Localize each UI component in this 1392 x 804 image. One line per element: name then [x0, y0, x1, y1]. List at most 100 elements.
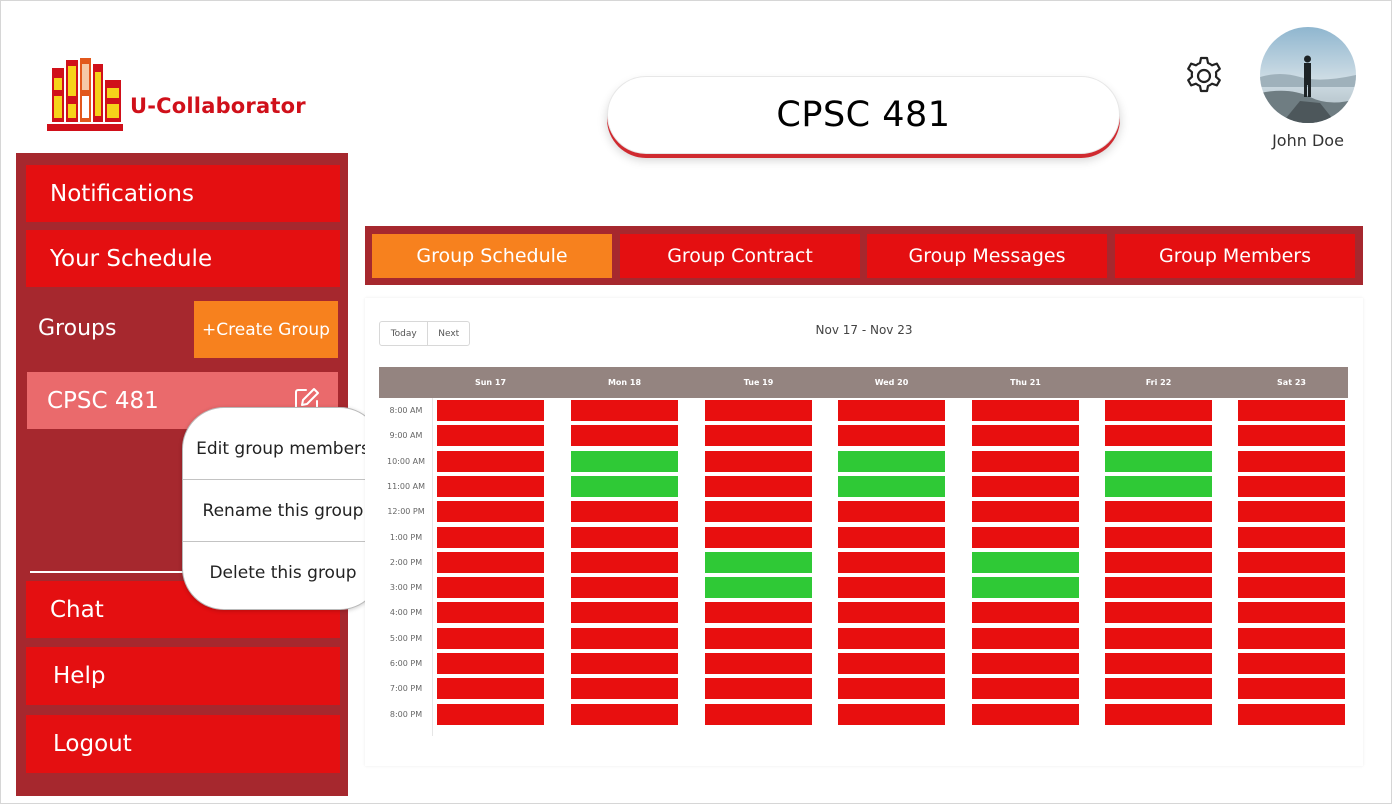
create-group-button[interactable]: +Create Group — [194, 301, 338, 358]
tab-group-messages[interactable]: Group Messages — [867, 234, 1107, 278]
time-slot-busy[interactable] — [437, 627, 544, 649]
time-slot-busy[interactable] — [1105, 425, 1212, 447]
time-slot-busy[interactable] — [437, 703, 544, 725]
time-slot-busy[interactable] — [705, 526, 812, 548]
time-slot-busy[interactable] — [437, 678, 544, 700]
menu-item-rename-group[interactable]: Rename this group — [183, 480, 381, 542]
time-slot-busy[interactable] — [972, 678, 1079, 700]
time-slot-busy[interactable] — [838, 501, 945, 523]
time-slot-busy[interactable] — [1105, 551, 1212, 573]
time-slot-busy[interactable] — [972, 425, 1079, 447]
time-slot-busy[interactable] — [1238, 703, 1345, 725]
time-slot-busy[interactable] — [437, 450, 544, 472]
time-slot-busy[interactable] — [437, 501, 544, 523]
time-slot-busy[interactable] — [1105, 526, 1212, 548]
time-slot-busy[interactable] — [838, 678, 945, 700]
time-slot-busy[interactable] — [705, 703, 812, 725]
time-slot-busy[interactable] — [1105, 703, 1212, 725]
time-slot-busy[interactable] — [437, 526, 544, 548]
time-slot-busy[interactable] — [1105, 653, 1212, 674]
time-slot-busy[interactable] — [838, 577, 945, 599]
time-slot-busy[interactable] — [1238, 577, 1345, 599]
time-slot-available[interactable] — [972, 551, 1079, 573]
sidebar-item-help[interactable]: Help — [26, 647, 340, 705]
time-slot-busy[interactable] — [972, 400, 1079, 421]
time-slot-busy[interactable] — [972, 526, 1079, 548]
time-slot-available[interactable] — [972, 577, 1079, 599]
sidebar-item-your-schedule[interactable]: Your Schedule — [26, 230, 340, 287]
time-slot-busy[interactable] — [705, 425, 812, 447]
menu-item-delete-group[interactable]: Delete this group — [183, 542, 381, 604]
time-slot-available[interactable] — [838, 475, 945, 497]
time-slot-busy[interactable] — [571, 400, 678, 421]
today-button[interactable]: Today — [380, 322, 429, 345]
time-slot-busy[interactable] — [838, 425, 945, 447]
time-slot-busy[interactable] — [838, 653, 945, 674]
tab-group-schedule[interactable]: Group Schedule — [372, 234, 612, 278]
time-slot-busy[interactable] — [571, 602, 678, 624]
time-slot-busy[interactable] — [1105, 501, 1212, 523]
time-slot-busy[interactable] — [1238, 450, 1345, 472]
time-slot-busy[interactable] — [437, 400, 544, 421]
time-slot-busy[interactable] — [571, 551, 678, 573]
time-slot-busy[interactable] — [1238, 602, 1345, 624]
tab-group-contract[interactable]: Group Contract — [620, 234, 860, 278]
time-slot-busy[interactable] — [972, 653, 1079, 674]
time-slot-busy[interactable] — [972, 501, 1079, 523]
time-slot-busy[interactable] — [437, 577, 544, 599]
sidebar-item-notifications[interactable]: Notifications — [26, 165, 340, 222]
avatar[interactable] — [1260, 27, 1356, 123]
time-slot-busy[interactable] — [437, 425, 544, 447]
time-slot-busy[interactable] — [972, 602, 1079, 624]
time-slot-busy[interactable] — [571, 627, 678, 649]
time-slot-busy[interactable] — [972, 450, 1079, 472]
time-slot-busy[interactable] — [1238, 501, 1345, 523]
time-slot-available[interactable] — [1105, 450, 1212, 472]
time-slot-busy[interactable] — [1238, 653, 1345, 674]
time-slot-busy[interactable] — [838, 400, 945, 421]
time-slot-busy[interactable] — [571, 577, 678, 599]
time-slot-busy[interactable] — [571, 703, 678, 725]
time-slot-busy[interactable] — [1238, 425, 1345, 447]
time-slot-busy[interactable] — [1238, 526, 1345, 548]
time-slot-busy[interactable] — [1238, 400, 1345, 421]
time-slot-busy[interactable] — [1238, 678, 1345, 700]
time-slot-busy[interactable] — [838, 703, 945, 725]
time-slot-busy[interactable] — [1105, 400, 1212, 421]
time-slot-busy[interactable] — [437, 551, 544, 573]
time-slot-busy[interactable] — [571, 526, 678, 548]
time-slot-busy[interactable] — [437, 475, 544, 497]
time-slot-busy[interactable] — [1238, 551, 1345, 573]
time-slot-busy[interactable] — [571, 653, 678, 674]
time-slot-busy[interactable] — [972, 703, 1079, 725]
time-slot-available[interactable] — [705, 551, 812, 573]
time-slot-busy[interactable] — [571, 501, 678, 523]
time-slot-available[interactable] — [571, 475, 678, 497]
time-slot-busy[interactable] — [972, 627, 1079, 649]
time-slot-busy[interactable] — [705, 602, 812, 624]
tab-group-members[interactable]: Group Members — [1115, 234, 1355, 278]
time-slot-busy[interactable] — [705, 475, 812, 497]
time-slot-busy[interactable] — [705, 678, 812, 700]
time-slot-busy[interactable] — [571, 678, 678, 700]
time-slot-busy[interactable] — [838, 627, 945, 649]
time-slot-available[interactable] — [838, 450, 945, 472]
time-slot-busy[interactable] — [1238, 627, 1345, 649]
time-slot-busy[interactable] — [1105, 678, 1212, 700]
time-slot-busy[interactable] — [437, 602, 544, 624]
time-slot-busy[interactable] — [705, 400, 812, 421]
time-slot-busy[interactable] — [1105, 602, 1212, 624]
time-slot-busy[interactable] — [1105, 577, 1212, 599]
time-slot-busy[interactable] — [437, 653, 544, 674]
time-slot-busy[interactable] — [972, 475, 1079, 497]
time-slot-busy[interactable] — [838, 602, 945, 624]
time-slot-busy[interactable] — [705, 501, 812, 523]
time-slot-busy[interactable] — [838, 551, 945, 573]
sidebar-item-logout[interactable]: Logout — [26, 715, 340, 773]
time-slot-available[interactable] — [705, 577, 812, 599]
time-slot-busy[interactable] — [705, 627, 812, 649]
time-slot-busy[interactable] — [1238, 475, 1345, 497]
time-slot-available[interactable] — [1105, 475, 1212, 497]
time-slot-available[interactable] — [571, 450, 678, 472]
time-slot-busy[interactable] — [705, 653, 812, 674]
